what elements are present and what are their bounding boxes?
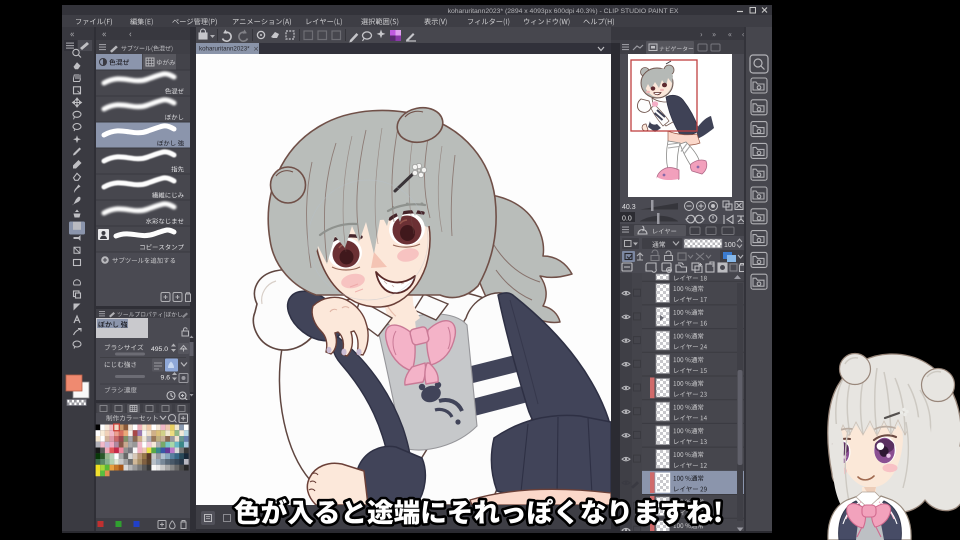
svg-text:koharuritann2023* (2894 x 4093: koharuritann2023* (2894 x 4093px 600dpi … (448, 8, 679, 15)
svg-text:100: 100 (724, 242, 736, 249)
svg-text:9.6: 9.6 (161, 375, 171, 382)
svg-text:koharuritann2023*: koharuritann2023* (199, 46, 250, 53)
svg-text:495.0: 495.0 (151, 346, 168, 353)
svg-text:0.0: 0.0 (622, 216, 632, 223)
svg-text:40.3: 40.3 (622, 204, 636, 211)
